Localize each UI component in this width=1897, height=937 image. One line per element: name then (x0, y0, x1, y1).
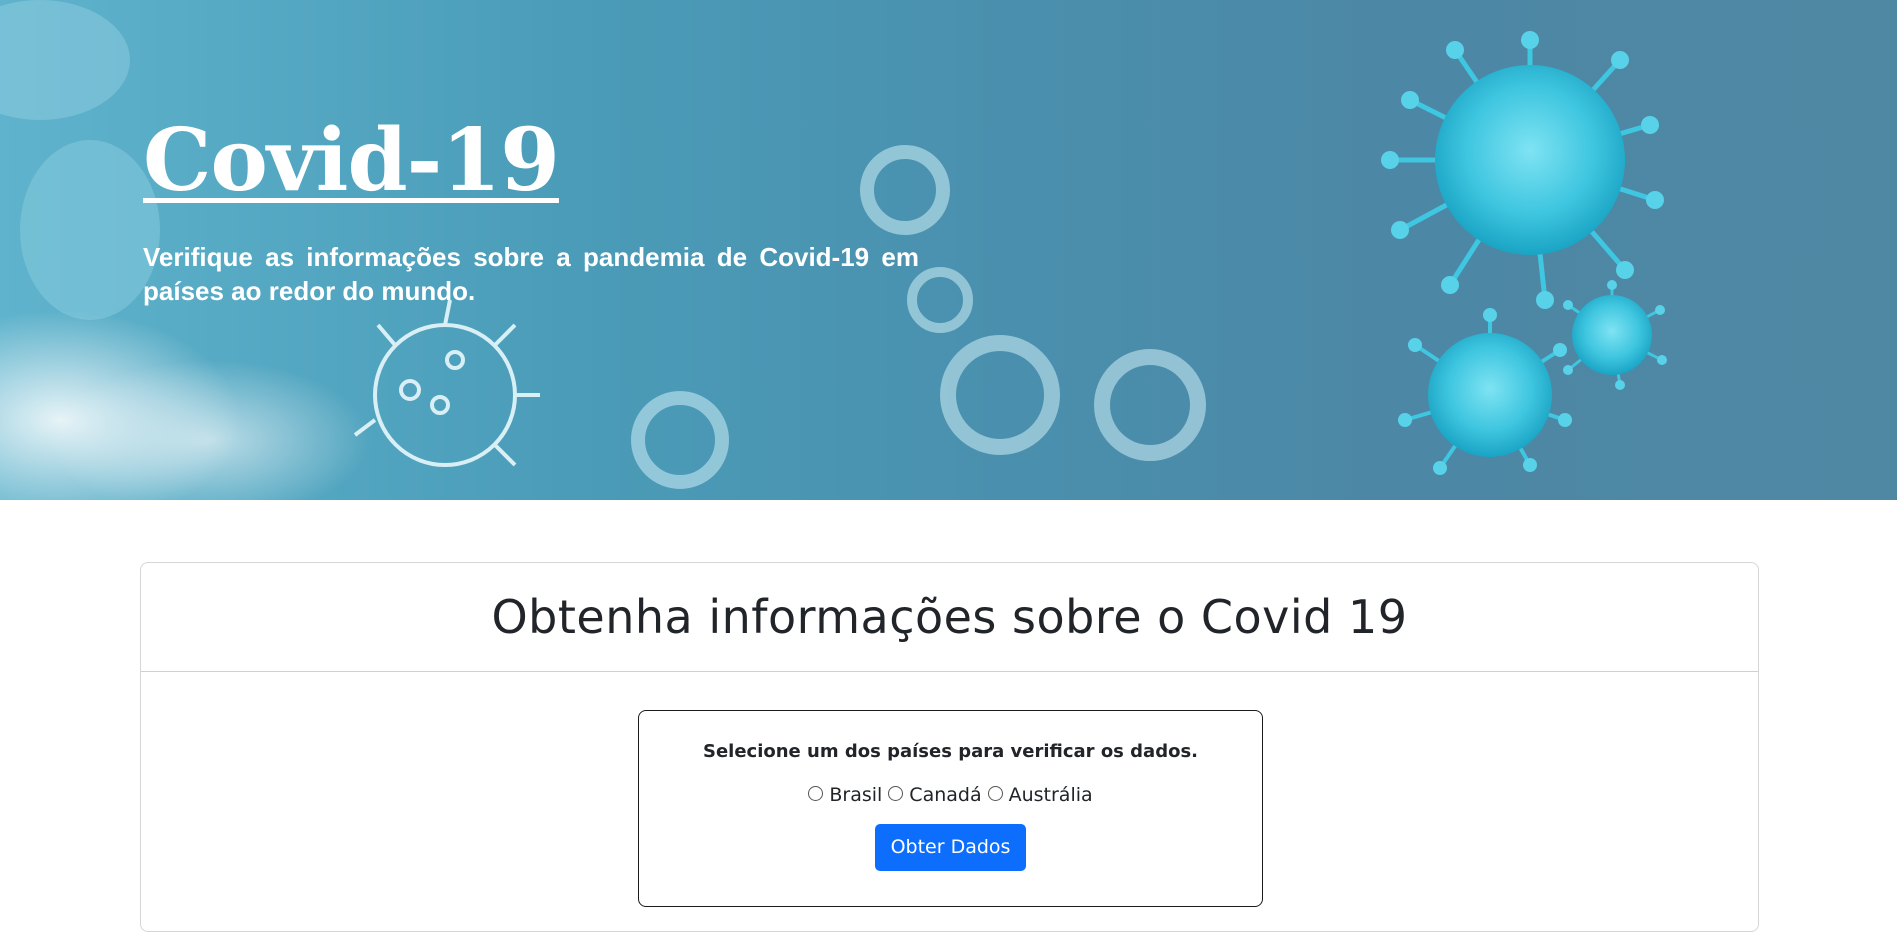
radio-label-canada: Canadá (909, 784, 982, 806)
radio-label-brasil: Brasil (829, 784, 883, 806)
radio-button-australia[interactable] (987, 785, 1003, 801)
hero-subtitle: Verifique as informações sobre a pandemi… (143, 242, 919, 306)
country-form: Selecione um dos países para verificar o… (638, 710, 1263, 907)
radio-option-canada[interactable]: Canadá (888, 784, 982, 806)
radio-label-australia: Austrália (1008, 784, 1093, 806)
get-data-button[interactable]: Obter Dados (874, 824, 1027, 871)
hero-title: Covid-19 (143, 110, 560, 211)
radio-button-canada[interactable] (888, 785, 904, 801)
hero-banner: Covid-19 Verifique as informações sobre … (0, 0, 1897, 500)
radio-option-australia[interactable]: Austrália (987, 784, 1093, 806)
radio-button-brasil[interactable] (808, 785, 824, 801)
card-title: Obtenha informações sobre o Covid 19 (491, 590, 1408, 644)
form-instruction: Selecione um dos países para verificar o… (702, 741, 1198, 762)
radio-option-brasil[interactable]: Brasil (808, 784, 882, 806)
card-header: Obtenha informações sobre o Covid 19 (141, 563, 1758, 672)
info-card: Obtenha informações sobre o Covid 19 Sel… (140, 562, 1759, 932)
country-radio-group: Brasil Canadá Austrália (639, 784, 1262, 806)
